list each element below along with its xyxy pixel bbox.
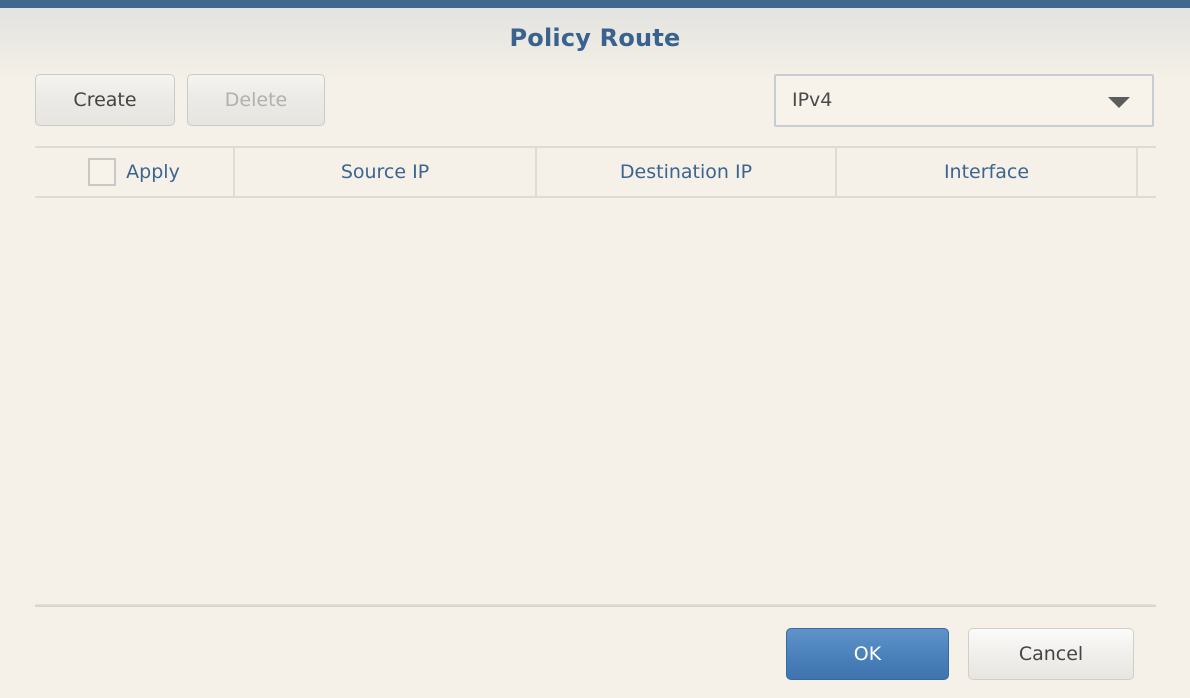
ok-button[interactable]: OK — [786, 628, 949, 680]
footer-divider — [35, 604, 1156, 607]
apply-header-content: Apply — [88, 147, 180, 195]
column-header-destination-ip[interactable]: Destination IP — [537, 148, 837, 196]
delete-button[interactable]: Delete — [187, 74, 325, 126]
create-button[interactable]: Create — [35, 74, 175, 126]
column-header-interface[interactable]: Interface — [837, 148, 1138, 196]
select-all-checkbox[interactable] — [88, 157, 117, 186]
page-title: Policy Route — [509, 24, 681, 52]
cancel-button[interactable]: Cancel — [968, 628, 1134, 680]
column-header-apply: Apply — [35, 148, 235, 196]
ip-protocol-select-value: IPv4 — [792, 89, 833, 111]
ip-protocol-select[interactable]: IPv4 — [774, 74, 1154, 127]
policy-route-table-body-empty — [35, 198, 1156, 605]
policy-route-table: Apply Source IP Destination IP Interface — [35, 146, 1156, 198]
policy-route-dialog: Policy Route Create Delete IPv4 Apply So… — [0, 0, 1190, 698]
chevron-down-icon — [1108, 97, 1130, 108]
column-header-overflow — [1138, 148, 1156, 196]
window-accent-bar — [0, 0, 1190, 8]
table-header-row: Apply Source IP Destination IP Interface — [35, 148, 1156, 196]
column-header-source-ip[interactable]: Source IP — [235, 148, 537, 196]
dialog-footer: OK Cancel — [0, 628, 1190, 682]
toolbar: Create Delete IPv4 — [0, 74, 1190, 130]
column-header-apply-label: Apply — [126, 160, 180, 183]
